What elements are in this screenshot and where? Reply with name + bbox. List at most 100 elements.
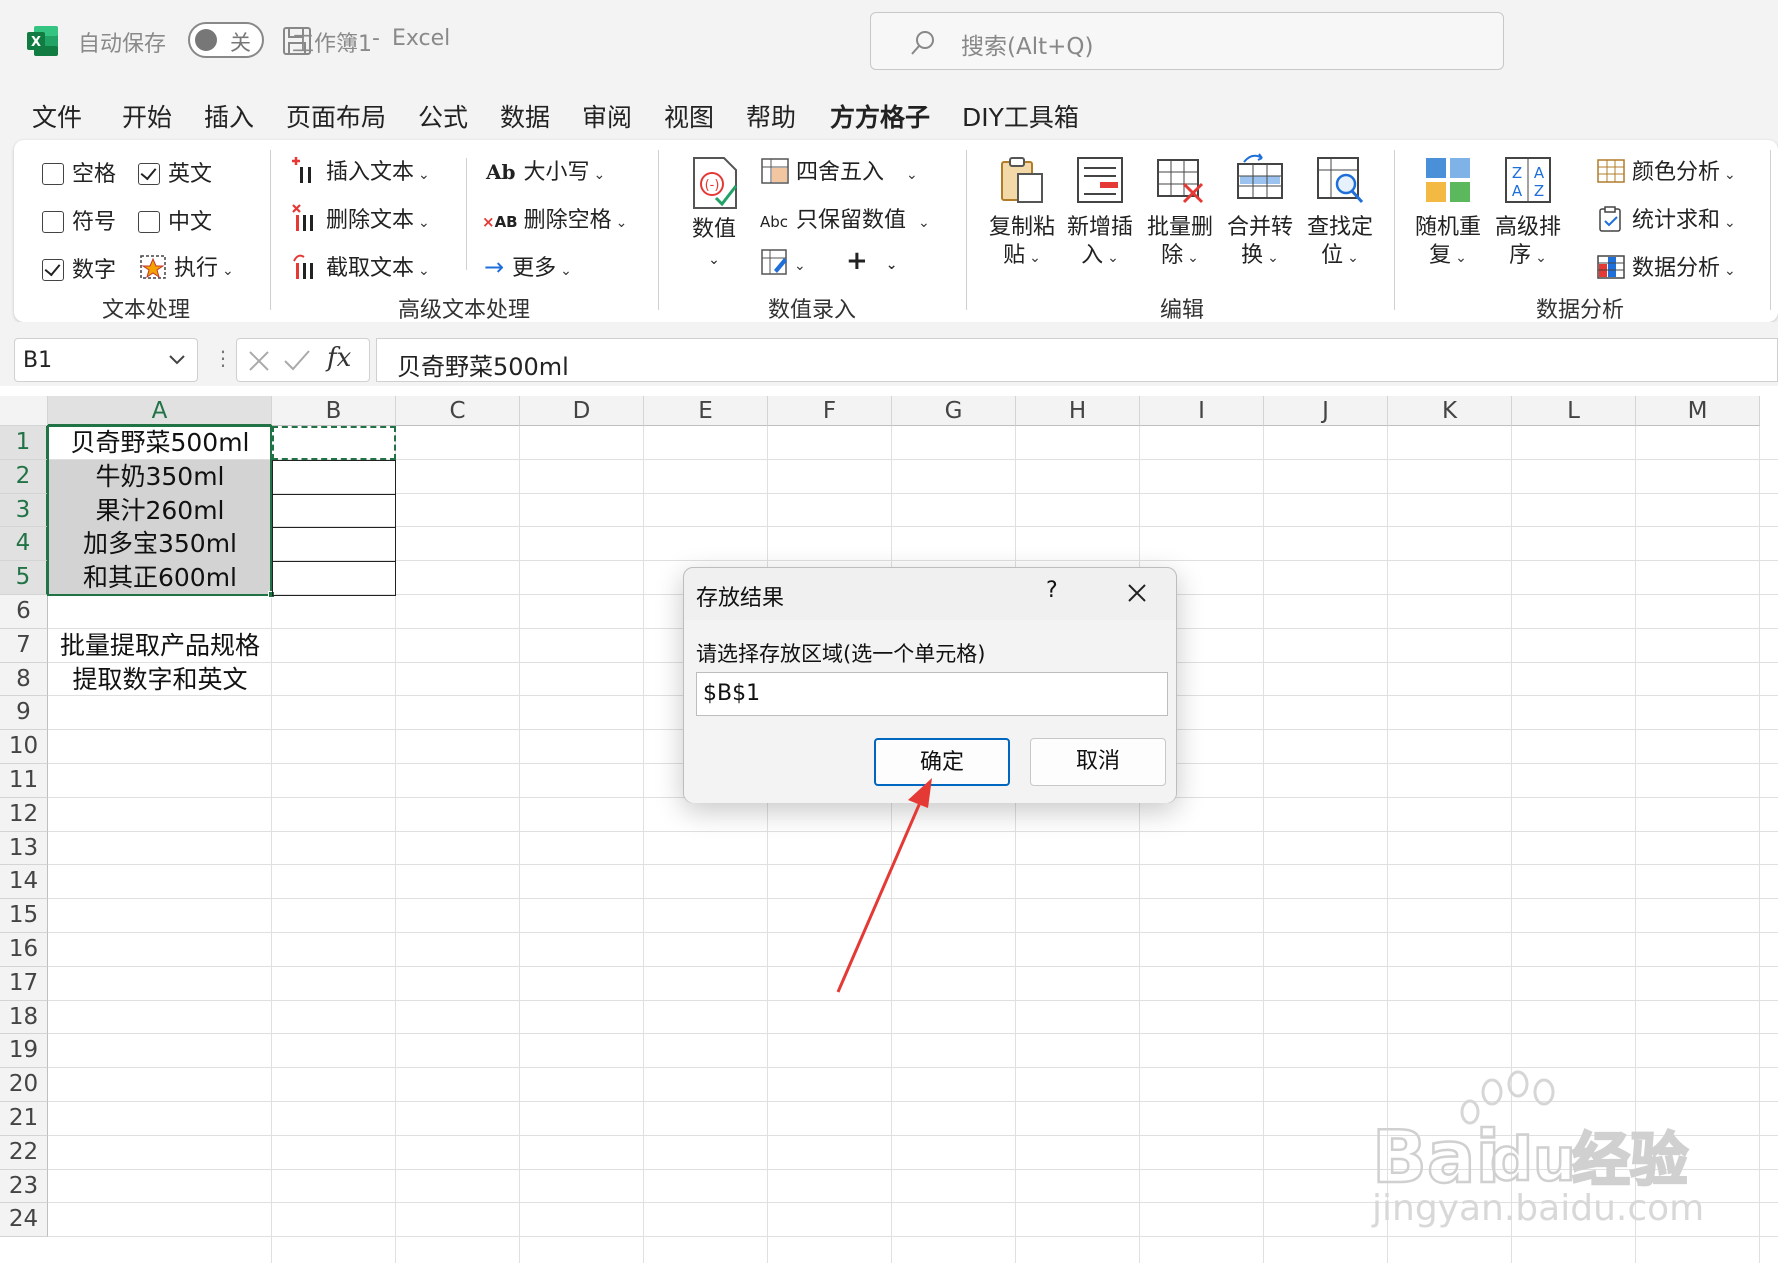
case-button[interactable]: Ab 大小写 ⌄ — [486, 154, 605, 186]
find-locate-icon[interactable] — [1314, 154, 1366, 206]
copy-paste-icon[interactable] — [996, 154, 1048, 206]
enter-check-icon[interactable] — [283, 349, 311, 373]
tab-view[interactable]: 视图 — [664, 98, 714, 134]
column-header-l[interactable]: L — [1512, 396, 1636, 426]
row-header-1[interactable]: 1 — [0, 426, 48, 460]
data-analysis-button[interactable]: 数据分析 ⌄ — [1596, 250, 1736, 282]
checkbox-english[interactable] — [138, 163, 160, 185]
row-header-24[interactable]: 24 — [0, 1203, 48, 1238]
tab-page-layout[interactable]: 页面布局 — [286, 98, 386, 134]
cell-a5[interactable]: 和其正600ml — [48, 561, 272, 595]
column-header-b[interactable]: B — [272, 396, 396, 426]
checkbox-symbol[interactable] — [42, 211, 64, 233]
row-header-3[interactable]: 3 — [0, 493, 48, 528]
column-header-g[interactable]: G — [892, 396, 1016, 426]
delete-text-button[interactable]: 删除文本 ⌄ — [292, 202, 430, 234]
formula-input[interactable]: 贝奇野菜500ml — [376, 338, 1778, 382]
add-button[interactable]: + ⌄ — [846, 246, 898, 276]
sum-stats-button[interactable]: 统计求和 ⌄ — [1596, 202, 1736, 234]
tab-review[interactable]: 审阅 — [582, 98, 632, 134]
batch-delete-label[interactable]: 批量删除 ⌄ — [1142, 214, 1218, 272]
row-header-20[interactable]: 20 — [0, 1068, 48, 1102]
option-space[interactable]: 空格 — [42, 156, 116, 188]
bordered-cell-b4[interactable] — [272, 527, 396, 563]
search-box[interactable]: 搜索(Alt+Q) — [870, 12, 1504, 70]
checkbox-space[interactable] — [42, 163, 64, 185]
column-header-m[interactable]: M — [1636, 396, 1760, 426]
cell-a8[interactable]: 提取数字和英文 — [48, 663, 272, 697]
value-button-label[interactable]: 数值 — [686, 216, 742, 244]
copy-paste-label[interactable]: 复制粘贴 ⌄ — [984, 214, 1060, 272]
close-icon[interactable] — [1122, 578, 1152, 608]
autosave-toggle[interactable]: 关 — [188, 22, 264, 58]
column-header-h[interactable]: H — [1016, 396, 1140, 426]
round-button[interactable]: 四舍五入 ⌄ — [760, 154, 918, 186]
merge-convert-label[interactable]: 合并转换 ⌄ — [1222, 214, 1298, 272]
tab-data[interactable]: 数据 — [500, 98, 550, 134]
random-repeat-label[interactable]: 随机重复 ⌄ — [1410, 214, 1486, 272]
column-header-f[interactable]: F — [768, 396, 892, 426]
option-number[interactable]: 数字 — [42, 252, 116, 284]
chevron-down-icon[interactable] — [167, 349, 187, 369]
insert-rows-icon[interactable] — [1074, 154, 1126, 206]
column-header-i[interactable]: I — [1140, 396, 1264, 426]
cell-a7[interactable]: 批量提取产品规格 — [48, 629, 272, 663]
ok-button[interactable]: 确定 — [874, 738, 1010, 786]
cell-a4[interactable]: 加多宝350ml — [48, 527, 272, 561]
insert-function-icon[interactable]: fx — [327, 343, 351, 373]
row-header-21[interactable]: 21 — [0, 1102, 48, 1136]
tab-file[interactable]: 文件 — [32, 98, 82, 134]
merge-convert-icon[interactable] — [1234, 152, 1286, 204]
row-header-4[interactable]: 4 — [0, 527, 48, 562]
edit-value-button[interactable]: ⌄ — [760, 248, 806, 276]
keep-value-button[interactable]: Abc 只保留数值 ⌄ — [760, 202, 930, 234]
row-header-15[interactable]: 15 — [0, 899, 48, 933]
row-header-23[interactable]: 23 — [0, 1169, 48, 1204]
checkbox-chinese[interactable] — [138, 211, 160, 233]
tab-insert[interactable]: 插入 — [204, 98, 254, 134]
row-header-19[interactable]: 19 — [0, 1034, 48, 1069]
insert-text-button[interactable]: 插入文本 ⌄ — [292, 154, 430, 186]
column-header-a[interactable]: A — [48, 396, 272, 426]
row-header-12[interactable]: 12 — [0, 797, 48, 832]
cancel-icon[interactable] — [247, 349, 271, 373]
row-header-18[interactable]: 18 — [0, 1000, 48, 1035]
option-symbol[interactable]: 符号 — [42, 204, 116, 236]
find-locate-label[interactable]: 查找定位 ⌄ — [1302, 214, 1378, 272]
cell-a1[interactable]: 贝奇野菜500ml — [48, 426, 272, 460]
column-header-k[interactable]: K — [1388, 396, 1512, 426]
tab-home[interactable]: 开始 — [122, 98, 172, 134]
tab-formulas[interactable]: 公式 — [418, 98, 468, 134]
name-box[interactable]: B1 — [14, 338, 198, 382]
tab-fangfanggezi[interactable]: 方方格子 — [830, 98, 931, 144]
row-header-13[interactable]: 13 — [0, 831, 48, 866]
execute-button[interactable]: 执行 ⌄ — [138, 250, 234, 282]
cancel-button[interactable]: 取消 — [1030, 738, 1166, 786]
column-header-e[interactable]: E — [644, 396, 768, 426]
option-english[interactable]: 英文 — [138, 156, 212, 188]
range-input[interactable]: $B$1 — [696, 672, 1168, 716]
row-header-11[interactable]: 11 — [0, 764, 48, 798]
checkbox-number[interactable] — [42, 259, 64, 281]
bordered-cell-b3[interactable] — [272, 493, 396, 529]
row-header-14[interactable]: 14 — [0, 865, 48, 900]
chevron-down-icon[interactable]: ⌄ — [702, 246, 726, 274]
row-header-17[interactable]: 17 — [0, 966, 48, 1001]
select-all-corner[interactable] — [0, 396, 48, 426]
random-repeat-icon[interactable] — [1422, 154, 1474, 206]
extract-text-button[interactable]: 截取文本 ⌄ — [292, 250, 430, 282]
cell-a3[interactable]: 果汁260ml — [48, 494, 272, 528]
more-button[interactable]: → 更多 ⌄ — [484, 250, 572, 282]
row-header-6[interactable]: 6 — [0, 595, 48, 629]
bordered-cell-b2[interactable] — [272, 459, 396, 495]
row-header-7[interactable]: 7 — [0, 628, 48, 663]
advanced-sort-label[interactable]: 高级排序 ⌄ — [1490, 214, 1566, 272]
more-options-icon[interactable]: ⋮ — [213, 346, 233, 370]
delete-space-button[interactable]: ×AB 删除空格 ⌄ — [482, 202, 627, 234]
insert-rows-label[interactable]: 新增插入 ⌄ — [1062, 214, 1138, 272]
row-header-10[interactable]: 10 — [0, 730, 48, 764]
batch-delete-icon[interactable] — [1154, 154, 1206, 206]
row-header-16[interactable]: 16 — [0, 933, 48, 967]
option-chinese[interactable]: 中文 — [138, 204, 212, 236]
worksheet-grid[interactable]: A B C D E F G H I J K L M 1 2 3 4 5 6 7 8 9 10 11 12 13 14 15 16 17 18… — [0, 396, 1778, 1263]
